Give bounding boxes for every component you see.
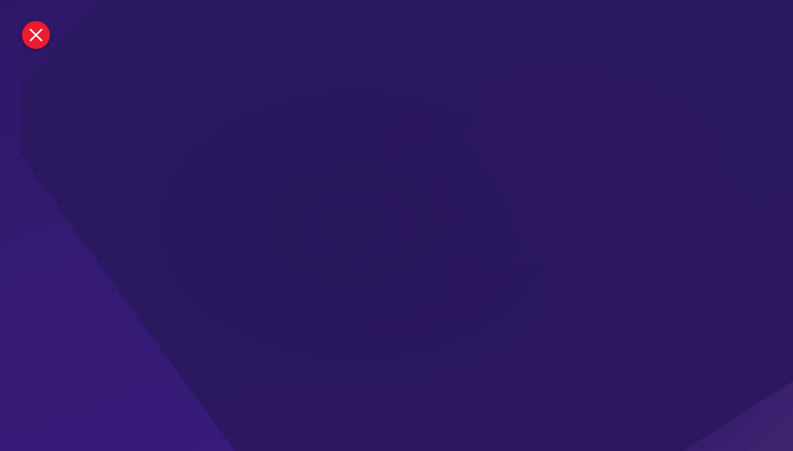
background-glow — [0, 0, 793, 451]
close-icon — [29, 28, 43, 42]
modal-overlay — [0, 0, 793, 451]
close-button[interactable] — [22, 21, 50, 49]
